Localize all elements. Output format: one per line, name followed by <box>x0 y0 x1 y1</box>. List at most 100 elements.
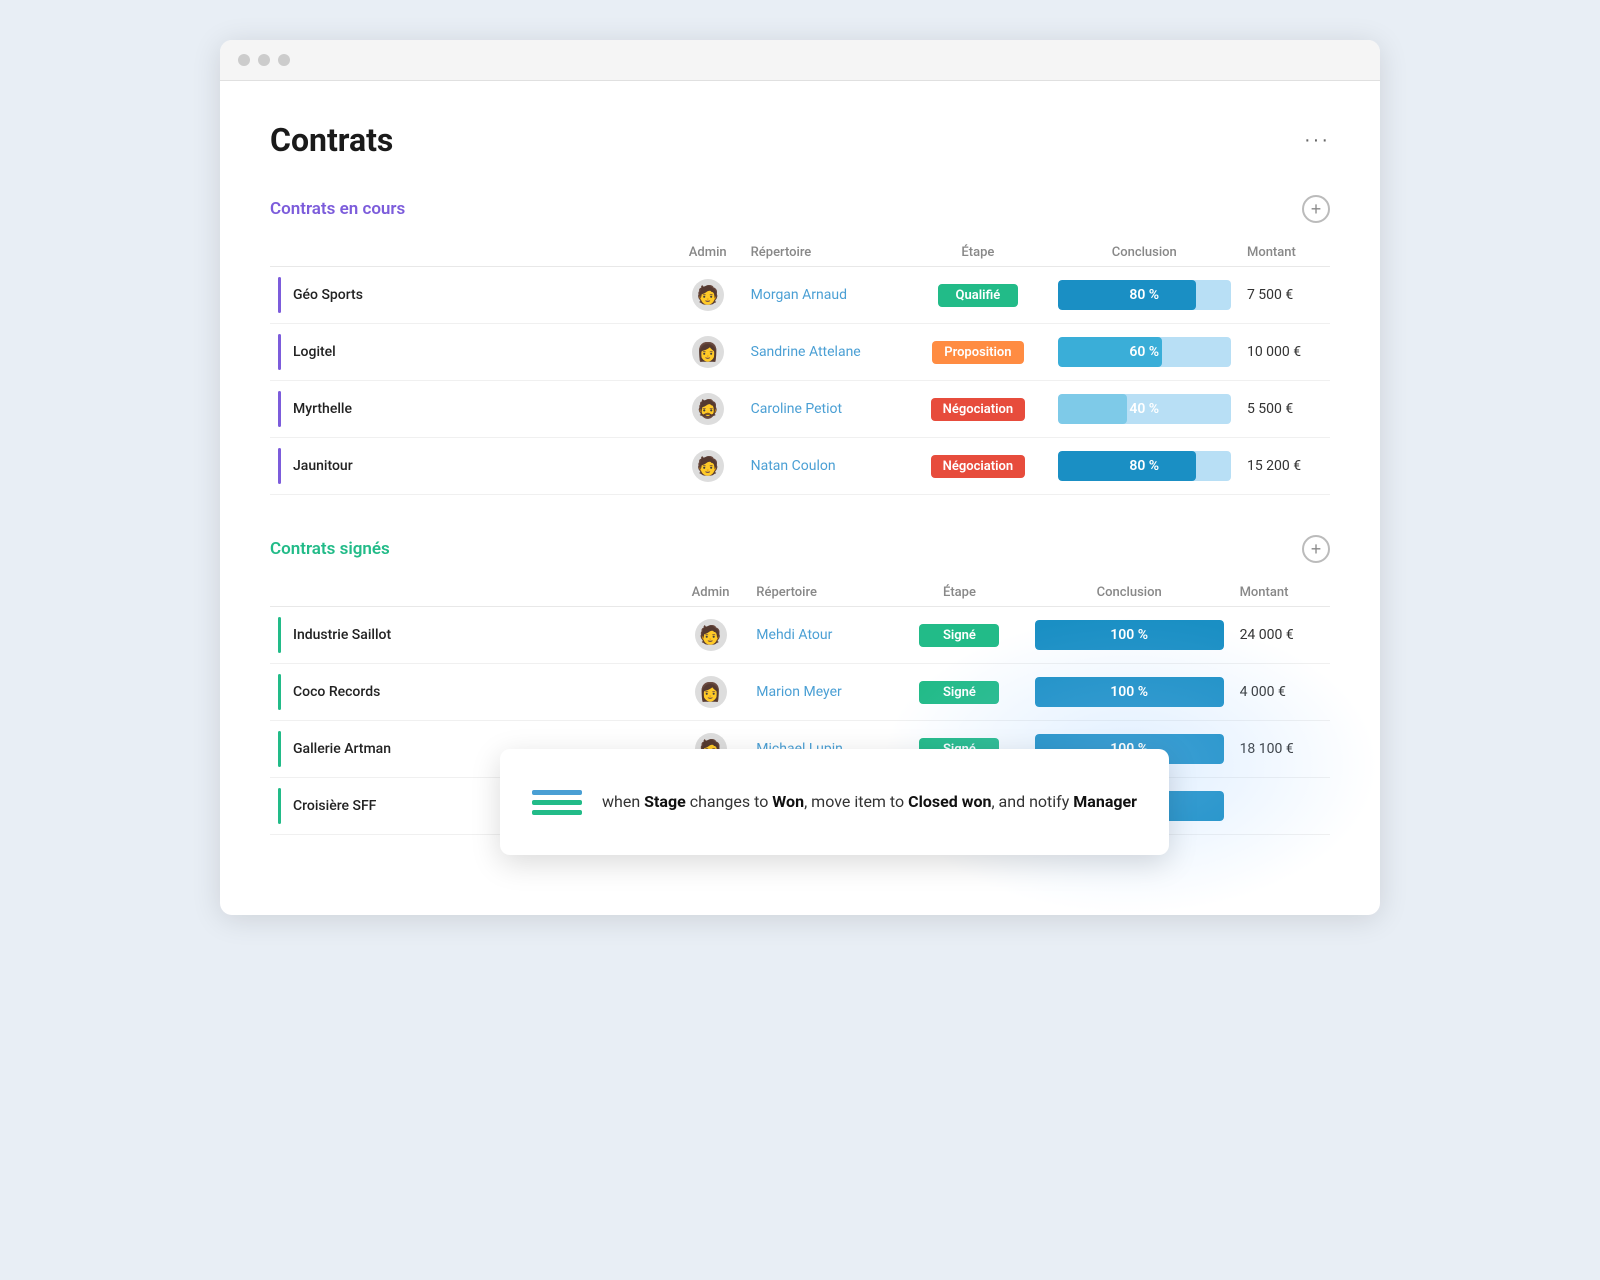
table-row[interactable]: Jaunitour 🧑Natan CoulonNégociation 80 % … <box>270 438 1330 495</box>
avatar: 🧑 <box>692 279 724 311</box>
conclusion-cell: 100 % <box>1027 607 1232 664</box>
auto-text-prefix: when <box>602 792 644 811</box>
progress-bar: 80 % <box>1058 451 1231 481</box>
main-window: Contrats ··· Contrats en cours + Admin R… <box>220 40 1380 915</box>
repertoire-cell[interactable]: Caroline Petiot <box>743 381 907 438</box>
automation-icon <box>532 777 582 827</box>
montant-cell: 10 000 € <box>1239 324 1330 381</box>
section-signes-title: Contrats signés <box>270 539 390 559</box>
repertoire-link[interactable]: Mehdi Atour <box>756 627 832 643</box>
name-cell: Myrthelle <box>270 381 673 438</box>
conclusion-cell: 80 % <box>1050 267 1239 324</box>
company-name: Jaunitour <box>293 458 353 474</box>
name-cell: Logitel <box>270 324 673 381</box>
col-admin-header-s: Admin <box>673 579 749 607</box>
row-border <box>278 674 281 710</box>
automation-text: when Stage changes to Won, move item to … <box>602 790 1137 814</box>
signes-header-row: Admin Répertoire Étape Conclusion Montan… <box>270 579 1330 607</box>
company-name: Géo Sports <box>293 287 363 303</box>
admin-cell: 🧑 <box>673 267 743 324</box>
progress-bar: 40 % <box>1058 394 1231 424</box>
more-options-button[interactable]: ··· <box>1304 129 1330 152</box>
auto-line-1 <box>532 790 582 795</box>
add-en-cours-button[interactable]: + <box>1302 195 1330 223</box>
etape-cell: Signé <box>892 607 1027 664</box>
montant-cell: 7 500 € <box>1239 267 1330 324</box>
repertoire-cell[interactable]: Marion Meyer <box>748 664 892 721</box>
avatar: 🧑 <box>695 619 727 651</box>
col-name-header-s <box>270 579 673 607</box>
name-cell: Coco Records <box>270 664 673 721</box>
progress-bar: 100 % <box>1035 620 1224 650</box>
etape-badge: Signé <box>919 624 999 647</box>
dot-red <box>238 54 250 66</box>
progress-bar: 80 % <box>1058 280 1231 310</box>
add-signes-button[interactable]: + <box>1302 535 1330 563</box>
page-header: Contrats ··· <box>270 121 1330 159</box>
etape-cell: Négociation <box>906 381 1049 438</box>
name-cell: Jaunitour <box>270 438 673 495</box>
etape-cell: Signé <box>892 664 1027 721</box>
progress-bar-label: 80 % <box>1129 287 1159 303</box>
progress-bar: 60 % <box>1058 337 1231 367</box>
avatar: 👩 <box>692 336 724 368</box>
avatar: 🧑 <box>692 450 724 482</box>
repertoire-link[interactable]: Natan Coulon <box>751 458 836 474</box>
dot-yellow <box>258 54 270 66</box>
admin-cell: 🧑 <box>673 438 743 495</box>
col-montant-header: Montant <box>1239 239 1330 267</box>
conclusion-cell: 100 % <box>1027 664 1232 721</box>
col-admin-header: Admin <box>673 239 743 267</box>
table-row[interactable]: Myrthelle 🧔 Caroline Petiot Négociation 40… <box>270 381 1330 438</box>
col-conclusion-header: Conclusion <box>1050 239 1239 267</box>
repertoire-link[interactable]: Sandrine Attelane <box>751 344 861 360</box>
table-row[interactable]: Coco Records 👩Marion MeyerSigné 100 % 4 … <box>270 664 1330 721</box>
auto-won: Won <box>772 792 804 811</box>
montant-cell: 4 000 € <box>1232 664 1330 721</box>
montant-cell: 15 200 € <box>1239 438 1330 495</box>
section-signes-header: Contrats signés + <box>270 535 1330 563</box>
auto-manager: Manager <box>1073 792 1137 811</box>
progress-bar-label: 60 % <box>1129 344 1159 360</box>
progress-bar-label: 80 % <box>1129 458 1159 474</box>
repertoire-cell[interactable]: Sandrine Attelane <box>743 324 907 381</box>
col-repertoire-header-s: Répertoire <box>748 579 892 607</box>
table-row[interactable]: Industrie Saillot 🧑Mehdi AtourSigné 100 … <box>270 607 1330 664</box>
table-row[interactable]: Logitel 👩 Sandrine Attelane Proposition 60… <box>270 324 1330 381</box>
table-row[interactable]: Géo Sports 🧑 Morgan Arnaud Qualifié 80 % 7… <box>270 267 1330 324</box>
company-name: Myrthelle <box>293 401 352 417</box>
etape-cell: Proposition <box>906 324 1049 381</box>
row-border <box>278 788 281 824</box>
col-name-header <box>270 239 673 267</box>
etape-badge: Proposition <box>932 341 1023 364</box>
repertoire-link[interactable]: Caroline Petiot <box>751 401 842 417</box>
etape-badge: Qualifié <box>938 284 1018 307</box>
etape-badge: Signé <box>919 681 999 704</box>
company-name: Croisière SFF <box>293 798 376 814</box>
repertoire-link[interactable]: Morgan Arnaud <box>751 287 847 303</box>
auto-closed-won: Closed won <box>908 792 991 811</box>
repertoire-cell[interactable]: Mehdi Atour <box>748 607 892 664</box>
row-border <box>278 731 281 767</box>
auto-text-mid1: changes to <box>686 792 773 811</box>
progress-bar-fill <box>1058 280 1197 310</box>
col-montant-header-s: Montant <box>1232 579 1330 607</box>
title-bar <box>220 40 1380 81</box>
admin-cell: 🧔 <box>673 381 743 438</box>
repertoire-cell[interactable]: Natan Coulon <box>743 438 907 495</box>
etape-cell: Qualifié <box>906 267 1049 324</box>
progress-bar-label: 40 % <box>1129 401 1159 417</box>
auto-text-mid3: , and notify <box>991 792 1073 811</box>
col-etape-header-s: Étape <box>892 579 1027 607</box>
row-border <box>278 334 281 370</box>
conclusion-cell: 40 % <box>1050 381 1239 438</box>
montant-cell: 5 500 € <box>1239 381 1330 438</box>
progress-bar: 100 % <box>1035 677 1224 707</box>
progress-bar-label: 100 % <box>1110 684 1148 700</box>
admin-cell: 👩 <box>673 324 743 381</box>
etape-cell: Négociation <box>906 438 1049 495</box>
company-name: Coco Records <box>293 684 380 700</box>
repertoire-link[interactable]: Marion Meyer <box>756 684 841 700</box>
row-border <box>278 448 281 484</box>
repertoire-cell[interactable]: Morgan Arnaud <box>743 267 907 324</box>
